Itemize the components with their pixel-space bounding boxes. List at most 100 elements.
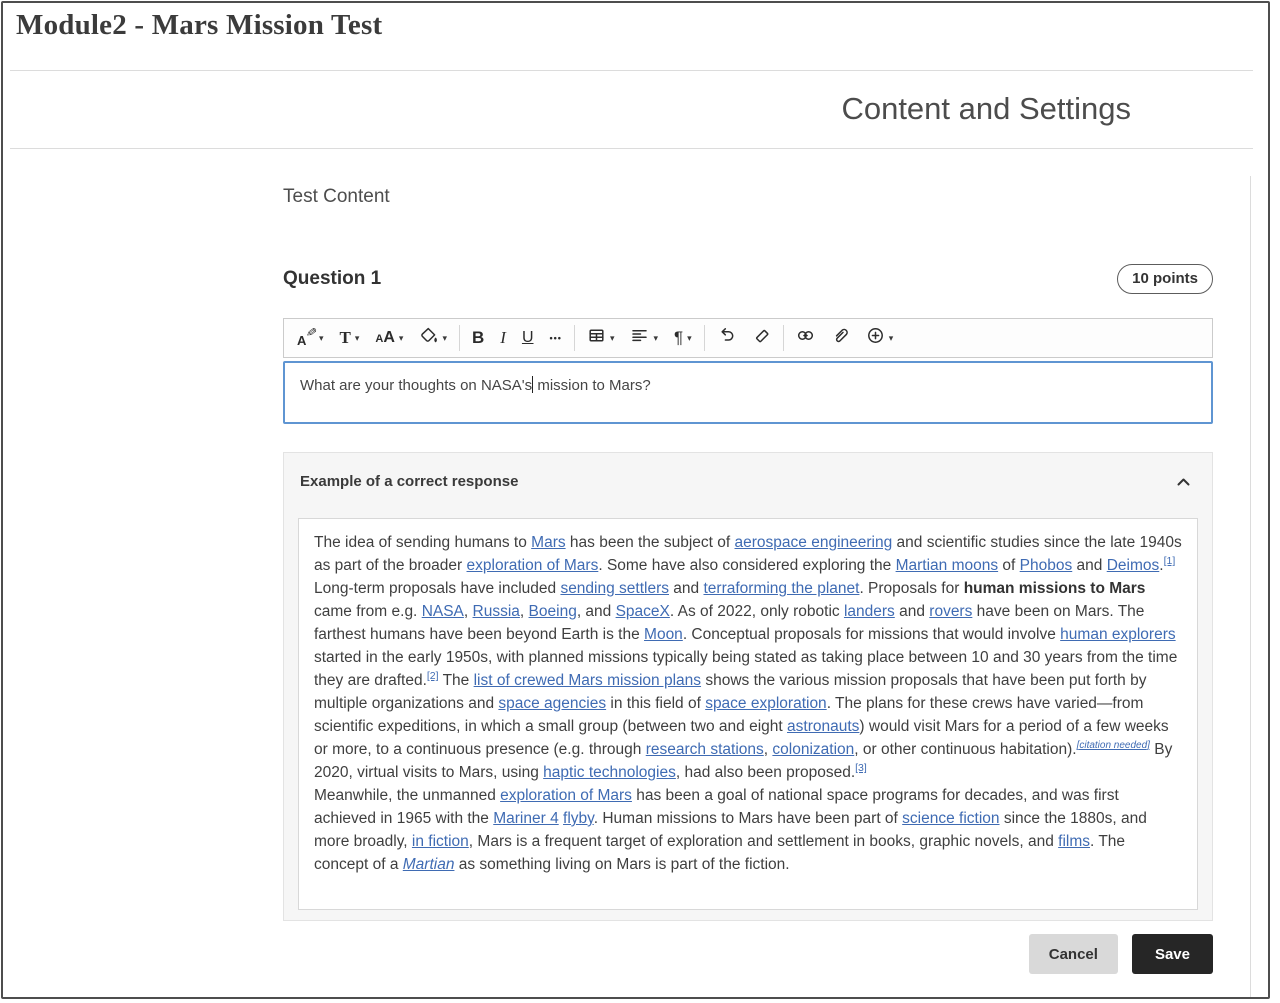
header-divider: [10, 70, 1253, 71]
points-badge[interactable]: 10 points: [1117, 264, 1213, 294]
inline-link[interactable]: astronauts: [787, 718, 859, 735]
question-text-input[interactable]: What are your thoughts on NASA's mission…: [283, 361, 1213, 424]
attach-file-button[interactable]: [823, 319, 858, 357]
link-icon: [796, 326, 815, 350]
chevron-up-icon[interactable]: [1174, 473, 1193, 495]
plus-circle-icon: [866, 326, 885, 350]
paperclip-icon: [831, 326, 850, 350]
inline-link[interactable]: NASA: [422, 603, 464, 620]
chevron-down-icon: ▾: [442, 333, 447, 344]
citation-ref: [3]: [855, 762, 867, 774]
bold-icon: B: [472, 328, 484, 348]
inline-link[interactable]: Deimos: [1107, 557, 1160, 574]
inline-link[interactable]: SpaceX: [616, 603, 670, 620]
clear-formatting-button[interactable]: [744, 319, 779, 357]
inline-link[interactable]: human explorers: [1060, 626, 1175, 643]
undo-icon: [717, 326, 736, 350]
ellipsis-icon: •••: [550, 333, 562, 343]
tab-content-and-settings[interactable]: Content and Settings: [841, 91, 1131, 126]
underline-button[interactable]: U: [514, 319, 542, 357]
insert-content-button[interactable]: ▾: [858, 319, 902, 357]
more-options-button[interactable]: •••: [542, 319, 570, 357]
inline-link[interactable]: exploration of Mars: [500, 787, 632, 804]
inline-link[interactable]: flyby: [563, 810, 594, 827]
app-window: Module2 - Mars Mission Test Content and …: [1, 1, 1270, 999]
chevron-down-icon: ▾: [355, 333, 360, 344]
inline-link[interactable]: list of crewed Mars mission plans: [474, 672, 701, 689]
panel-edge-divider: [1250, 176, 1251, 997]
table-icon: [587, 326, 606, 350]
inline-link[interactable]: aerospace engineering: [735, 534, 893, 551]
question-title: Question 1: [283, 268, 381, 290]
inline-link[interactable]: [2]: [427, 670, 439, 682]
inline-link[interactable]: Phobos: [1020, 557, 1073, 574]
citation-ref: [citation needed]: [1077, 739, 1150, 751]
inline-link[interactable]: [1]: [1164, 555, 1176, 567]
inline-link[interactable]: Russia: [473, 603, 520, 620]
inline-link[interactable]: Mariner 4: [493, 810, 558, 827]
pen-a-icon: A✎: [297, 328, 315, 348]
example-response-label: Example of a correct response: [300, 473, 518, 490]
pilcrow-icon: ¶: [674, 328, 683, 348]
inline-link[interactable]: colonization: [772, 741, 854, 758]
inline-link[interactable]: [3]: [855, 762, 867, 774]
inline-link[interactable]: research stations: [646, 741, 764, 758]
save-button[interactable]: Save: [1132, 934, 1213, 974]
chevron-down-icon: ▾: [610, 333, 615, 344]
inline-link[interactable]: exploration of Mars: [467, 557, 599, 574]
example-response-panel: Example of a correct response The idea o…: [283, 452, 1213, 921]
toolbar-divider: [704, 325, 705, 351]
example-paragraph: Meanwhile, the unmanned exploration of M…: [314, 784, 1182, 876]
eraser-icon: [752, 326, 771, 350]
paragraph-format-button[interactable]: ¶▾: [666, 319, 700, 357]
paint-bucket-icon: [419, 326, 438, 350]
inline-link[interactable]: sending settlers: [560, 580, 669, 597]
inline-link[interactable]: [citation needed]: [1077, 740, 1150, 751]
example-response-header[interactable]: Example of a correct response: [284, 453, 1212, 491]
inline-link[interactable]: science fiction: [902, 810, 999, 827]
inline-link[interactable]: films: [1058, 833, 1090, 850]
inline-link[interactable]: rovers: [929, 603, 972, 620]
inline-link[interactable]: space agencies: [498, 695, 606, 712]
tab-divider: [10, 148, 1253, 149]
section-label: Test Content: [283, 186, 1213, 208]
insert-table-button[interactable]: ▾: [579, 319, 623, 357]
text-align-button[interactable]: ▾: [622, 319, 666, 357]
inline-link[interactable]: Moon: [644, 626, 683, 643]
inline-link[interactable]: Martian: [403, 856, 455, 873]
align-left-icon: [630, 326, 649, 350]
bold-button[interactable]: B: [464, 319, 492, 357]
bold-text: human missions to Mars: [964, 580, 1146, 597]
input-text-before-caret: What are your thoughts on NASA's: [300, 377, 532, 394]
editor-toolbar: A✎▾T▾AA▾▾BIU•••▾▾¶▾▾: [283, 318, 1213, 358]
cancel-button[interactable]: Cancel: [1029, 934, 1118, 974]
page-title: Module2 - Mars Mission Test: [16, 9, 382, 42]
inline-link[interactable]: terraforming the planet: [703, 580, 859, 597]
chevron-down-icon: ▾: [653, 333, 658, 344]
undo-button[interactable]: [709, 319, 744, 357]
toolbar-divider: [574, 325, 575, 351]
text-color-button[interactable]: A✎▾: [289, 319, 332, 357]
example-paragraph: The idea of sending humans to Mars has b…: [314, 531, 1182, 784]
inline-link[interactable]: in fiction: [412, 833, 469, 850]
chevron-down-icon: ▾: [889, 333, 894, 344]
font-size-button[interactable]: AA▾: [367, 319, 411, 357]
inline-link[interactable]: Martian moons: [896, 557, 999, 574]
inline-link[interactable]: haptic technologies: [543, 764, 676, 781]
inline-link[interactable]: Mars: [531, 534, 565, 551]
insert-link-button[interactable]: [788, 319, 823, 357]
highlight-color-button[interactable]: ▾: [411, 319, 455, 357]
italic-button[interactable]: I: [492, 319, 514, 357]
font-size-icon: AA: [375, 329, 395, 347]
toolbar-divider: [783, 325, 784, 351]
italic-icon: I: [500, 328, 506, 348]
citation-ref: [1]: [1164, 555, 1176, 567]
inline-link[interactable]: space exploration: [705, 695, 827, 712]
inline-link[interactable]: Boeing: [529, 603, 577, 620]
serif-t-icon: T: [340, 328, 351, 348]
inline-link[interactable]: landers: [844, 603, 895, 620]
footer-actions: Cancel Save: [283, 934, 1213, 974]
text-style-button[interactable]: T▾: [332, 319, 368, 357]
chevron-down-icon: ▾: [687, 333, 692, 344]
example-response-text[interactable]: The idea of sending humans to Mars has b…: [298, 518, 1198, 910]
